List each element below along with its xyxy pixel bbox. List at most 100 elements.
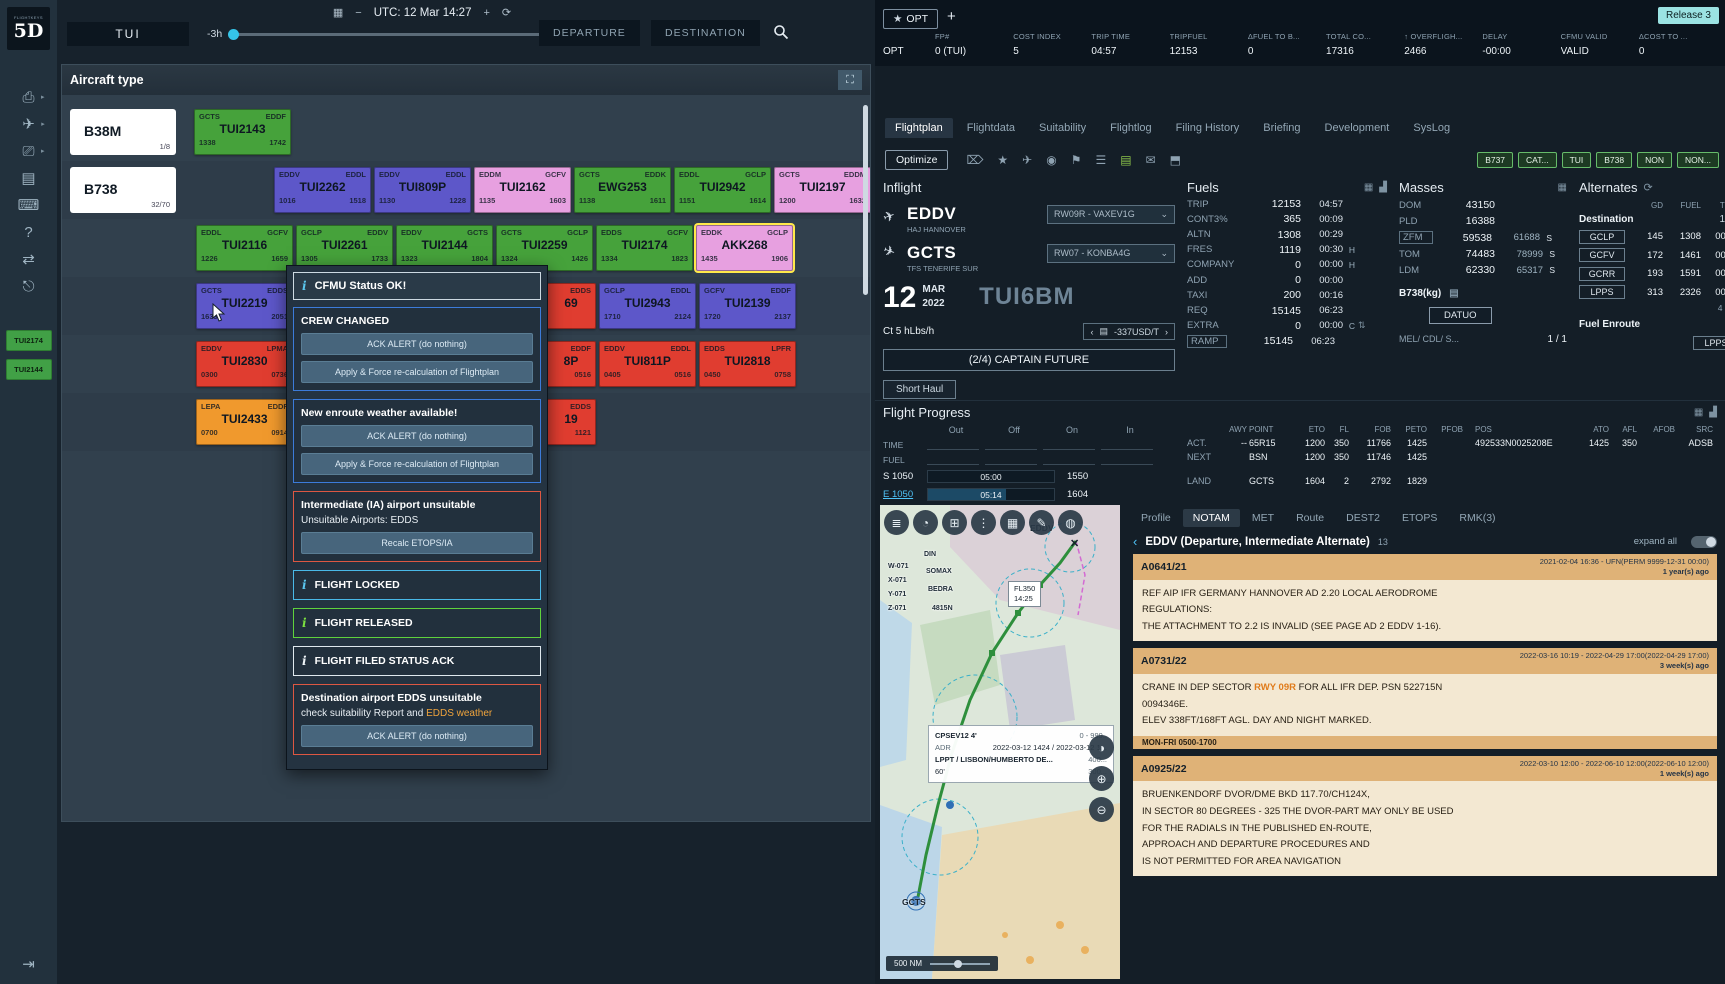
draw-icon[interactable]: ✎: [1029, 510, 1054, 535]
tab-development[interactable]: Development: [1315, 118, 1400, 138]
arrival-icao[interactable]: GCTS: [907, 243, 956, 263]
enroute-alternate-chip[interactable]: LPPS: [1693, 336, 1725, 350]
document-icon[interactable]: ▤: [1449, 288, 1458, 299]
fleet-card[interactable]: B38M1/8: [70, 109, 176, 155]
tab-profile[interactable]: Profile: [1131, 509, 1181, 527]
flights-icon[interactable]: ✈▸: [22, 117, 35, 132]
haul-type-button[interactable]: Short Haul: [883, 380, 956, 399]
zoom-in-icon[interactable]: ⊕: [1089, 766, 1114, 791]
captain-selector[interactable]: (2/4) CAPTAIN FUTURE: [883, 349, 1175, 371]
alternate-airport-chip[interactable]: GCRR: [1579, 267, 1625, 281]
airline-filter-button[interactable]: TUI: [67, 22, 189, 46]
flight-tile[interactable]: EDDVEDDLTUI226210161518: [274, 167, 371, 213]
tab-met[interactable]: MET: [1242, 509, 1284, 527]
oooi-cell[interactable]: [1101, 439, 1153, 450]
tab-route[interactable]: Route: [1286, 509, 1334, 527]
tab-suitability[interactable]: Suitability: [1029, 118, 1096, 138]
flight-tile[interactable]: EDDS191121: [546, 399, 596, 445]
flight-tile[interactable]: GCTSEDDFTUI214313381742: [194, 109, 291, 155]
tab-etops[interactable]: ETOPS: [1392, 509, 1447, 527]
fuel-price-control[interactable]: ‹▤-337USD/T›: [1083, 323, 1175, 340]
tab-briefing[interactable]: Briefing: [1253, 118, 1310, 138]
flight-tile[interactable]: EDDF8P0516: [546, 341, 596, 387]
tab-syslog[interactable]: SysLog: [1403, 118, 1460, 138]
flight-tile[interactable]: EDDSLPFRTUI281804500758: [699, 341, 796, 387]
alternate-airport-chip[interactable]: LPPS: [1579, 285, 1625, 299]
contrast-icon[interactable]: ◑: [1089, 735, 1114, 760]
oooi-cell[interactable]: [985, 439, 1037, 450]
back-icon[interactable]: ‹: [1133, 535, 1137, 548]
flight-tile[interactable]: EDDLGCLPTUI294211511614: [674, 167, 771, 213]
globe-icon[interactable]: ◍: [1058, 510, 1083, 535]
more-icon[interactable]: ⋮: [971, 510, 996, 535]
delete-icon[interactable]: ⌦: [966, 153, 983, 167]
expand-icon[interactable]: ⛶: [838, 70, 862, 90]
notam-card-header[interactable]: A0925/222022-03-10 12:00 - 2022-06-10 12…: [1133, 756, 1717, 782]
flight-tile[interactable]: GCTSEDDSTUI221916392051: [196, 283, 293, 329]
chart-icon[interactable]: ▟: [1709, 407, 1717, 418]
optimize-button[interactable]: Optimize: [885, 150, 948, 170]
notam-card-header[interactable]: A0641/212021-02-04 16:36 - UFN(PERM 9999…: [1133, 554, 1717, 580]
flag-icon[interactable]: ⚑: [1071, 153, 1082, 167]
chart-icon[interactable]: ▟: [1379, 182, 1387, 193]
fleet-filter-chip[interactable]: NON...: [1677, 152, 1719, 168]
flight-tile[interactable]: EDDKGCLPAKK26814351906: [696, 225, 793, 271]
logout-icon[interactable]: ⇥: [22, 956, 35, 973]
pie-icon[interactable]: ◔: [913, 510, 938, 535]
opt-tab-button[interactable]: ★OPT: [883, 9, 938, 29]
expand-icon[interactable]: ⊞: [942, 510, 967, 535]
stepper-icon[interactable]: ⇅: [1358, 320, 1366, 331]
search-icon[interactable]: [773, 24, 789, 43]
fleet-filter-chip[interactable]: B737: [1477, 152, 1513, 168]
flight-tile[interactable]: LEPAEDDFTUI243307000914: [196, 399, 293, 445]
zoom-out-time-button[interactable]: −: [355, 7, 361, 19]
zoom-in-time-button[interactable]: +: [483, 7, 489, 19]
help-icon[interactable]: ?: [24, 225, 32, 240]
layers-icon[interactable]: ≣: [884, 510, 909, 535]
tab-notam[interactable]: NOTAM: [1183, 509, 1240, 527]
list-icon[interactable]: ▤: [21, 171, 35, 186]
fleet-filter-chip[interactable]: CAT...: [1518, 152, 1557, 168]
sidebar-flight-chip[interactable]: TUI2174: [6, 330, 52, 351]
expand-all-toggle[interactable]: [1691, 536, 1717, 548]
estimated-label[interactable]: E 1050: [883, 489, 927, 500]
datuo-button[interactable]: DATUO: [1429, 307, 1492, 324]
tab-flightlog[interactable]: Flightlog: [1100, 118, 1162, 138]
app-logo[interactable]: FLIGHTKEYS 5D: [7, 7, 50, 50]
table-icon[interactable]: ▦: [1364, 182, 1373, 193]
oooi-cell[interactable]: [927, 454, 979, 465]
oooi-cell[interactable]: [1101, 454, 1153, 465]
tab-rmk-3-[interactable]: RMK(3): [1449, 509, 1505, 527]
tab-flightplan[interactable]: Flightplan: [885, 118, 953, 138]
flight-tile[interactable]: GCFVEDDFTUI213917202137: [699, 283, 796, 329]
opt-table-row[interactable]: OPT0 (TUI)504:57121530173162466-00:00VAL…: [883, 46, 1717, 57]
flight-tile[interactable]: EDDVEDDLTUI809P11301228: [374, 167, 471, 213]
flight-tile[interactable]: EDDSGCFVTUI217413341823: [596, 225, 693, 271]
alert-action-button[interactable]: Apply & Force re-calculation of Flightpl…: [301, 361, 533, 383]
fleet-card[interactable]: B73832/70: [70, 167, 176, 213]
departure-runway-select[interactable]: RW09R - VAXEV1G⌄: [1047, 205, 1175, 224]
oooi-cell[interactable]: [985, 454, 1037, 465]
fleet-filter-chip[interactable]: TUI: [1562, 152, 1592, 168]
star-icon[interactable]: ★: [997, 153, 1008, 167]
oooi-cell[interactable]: [1043, 454, 1095, 465]
route-map[interactable]: ✕ ≣◔⊞⋮▦✎◍ EDDV GCTS FL35014:25 W-071X-07…: [880, 505, 1120, 979]
table-icon[interactable]: ▦: [1694, 407, 1703, 418]
zoom-out-icon[interactable]: ⊖: [1089, 797, 1114, 822]
tab-dest2[interactable]: DEST2: [1336, 509, 1390, 527]
mail-icon[interactable]: ✉: [1146, 153, 1156, 167]
grid-icon[interactable]: ▦: [1000, 510, 1025, 535]
refresh-icon[interactable]: ⟳: [502, 6, 511, 19]
flight-tile[interactable]: GCTSEDDMTUI219712001632: [774, 167, 871, 213]
tab-filing-history[interactable]: Filing History: [1166, 118, 1250, 138]
flight-tile[interactable]: EDDS69: [546, 283, 596, 329]
filters-icon[interactable]: ☰: [1095, 153, 1106, 167]
calendar-icon[interactable]: ▦: [333, 6, 343, 19]
alert-action-button[interactable]: Apply & Force re-calculation of Flightpl…: [301, 453, 533, 475]
range-start-handle[interactable]: [228, 29, 239, 40]
alert-action-button[interactable]: ACK ALERT (do nothing): [301, 425, 533, 447]
oooi-cell[interactable]: [927, 439, 979, 450]
weather-link[interactable]: EDDS weather: [426, 708, 492, 719]
swap-icon[interactable]: ⇄: [22, 252, 35, 267]
fleet-filter-chip[interactable]: B738: [1596, 152, 1632, 168]
